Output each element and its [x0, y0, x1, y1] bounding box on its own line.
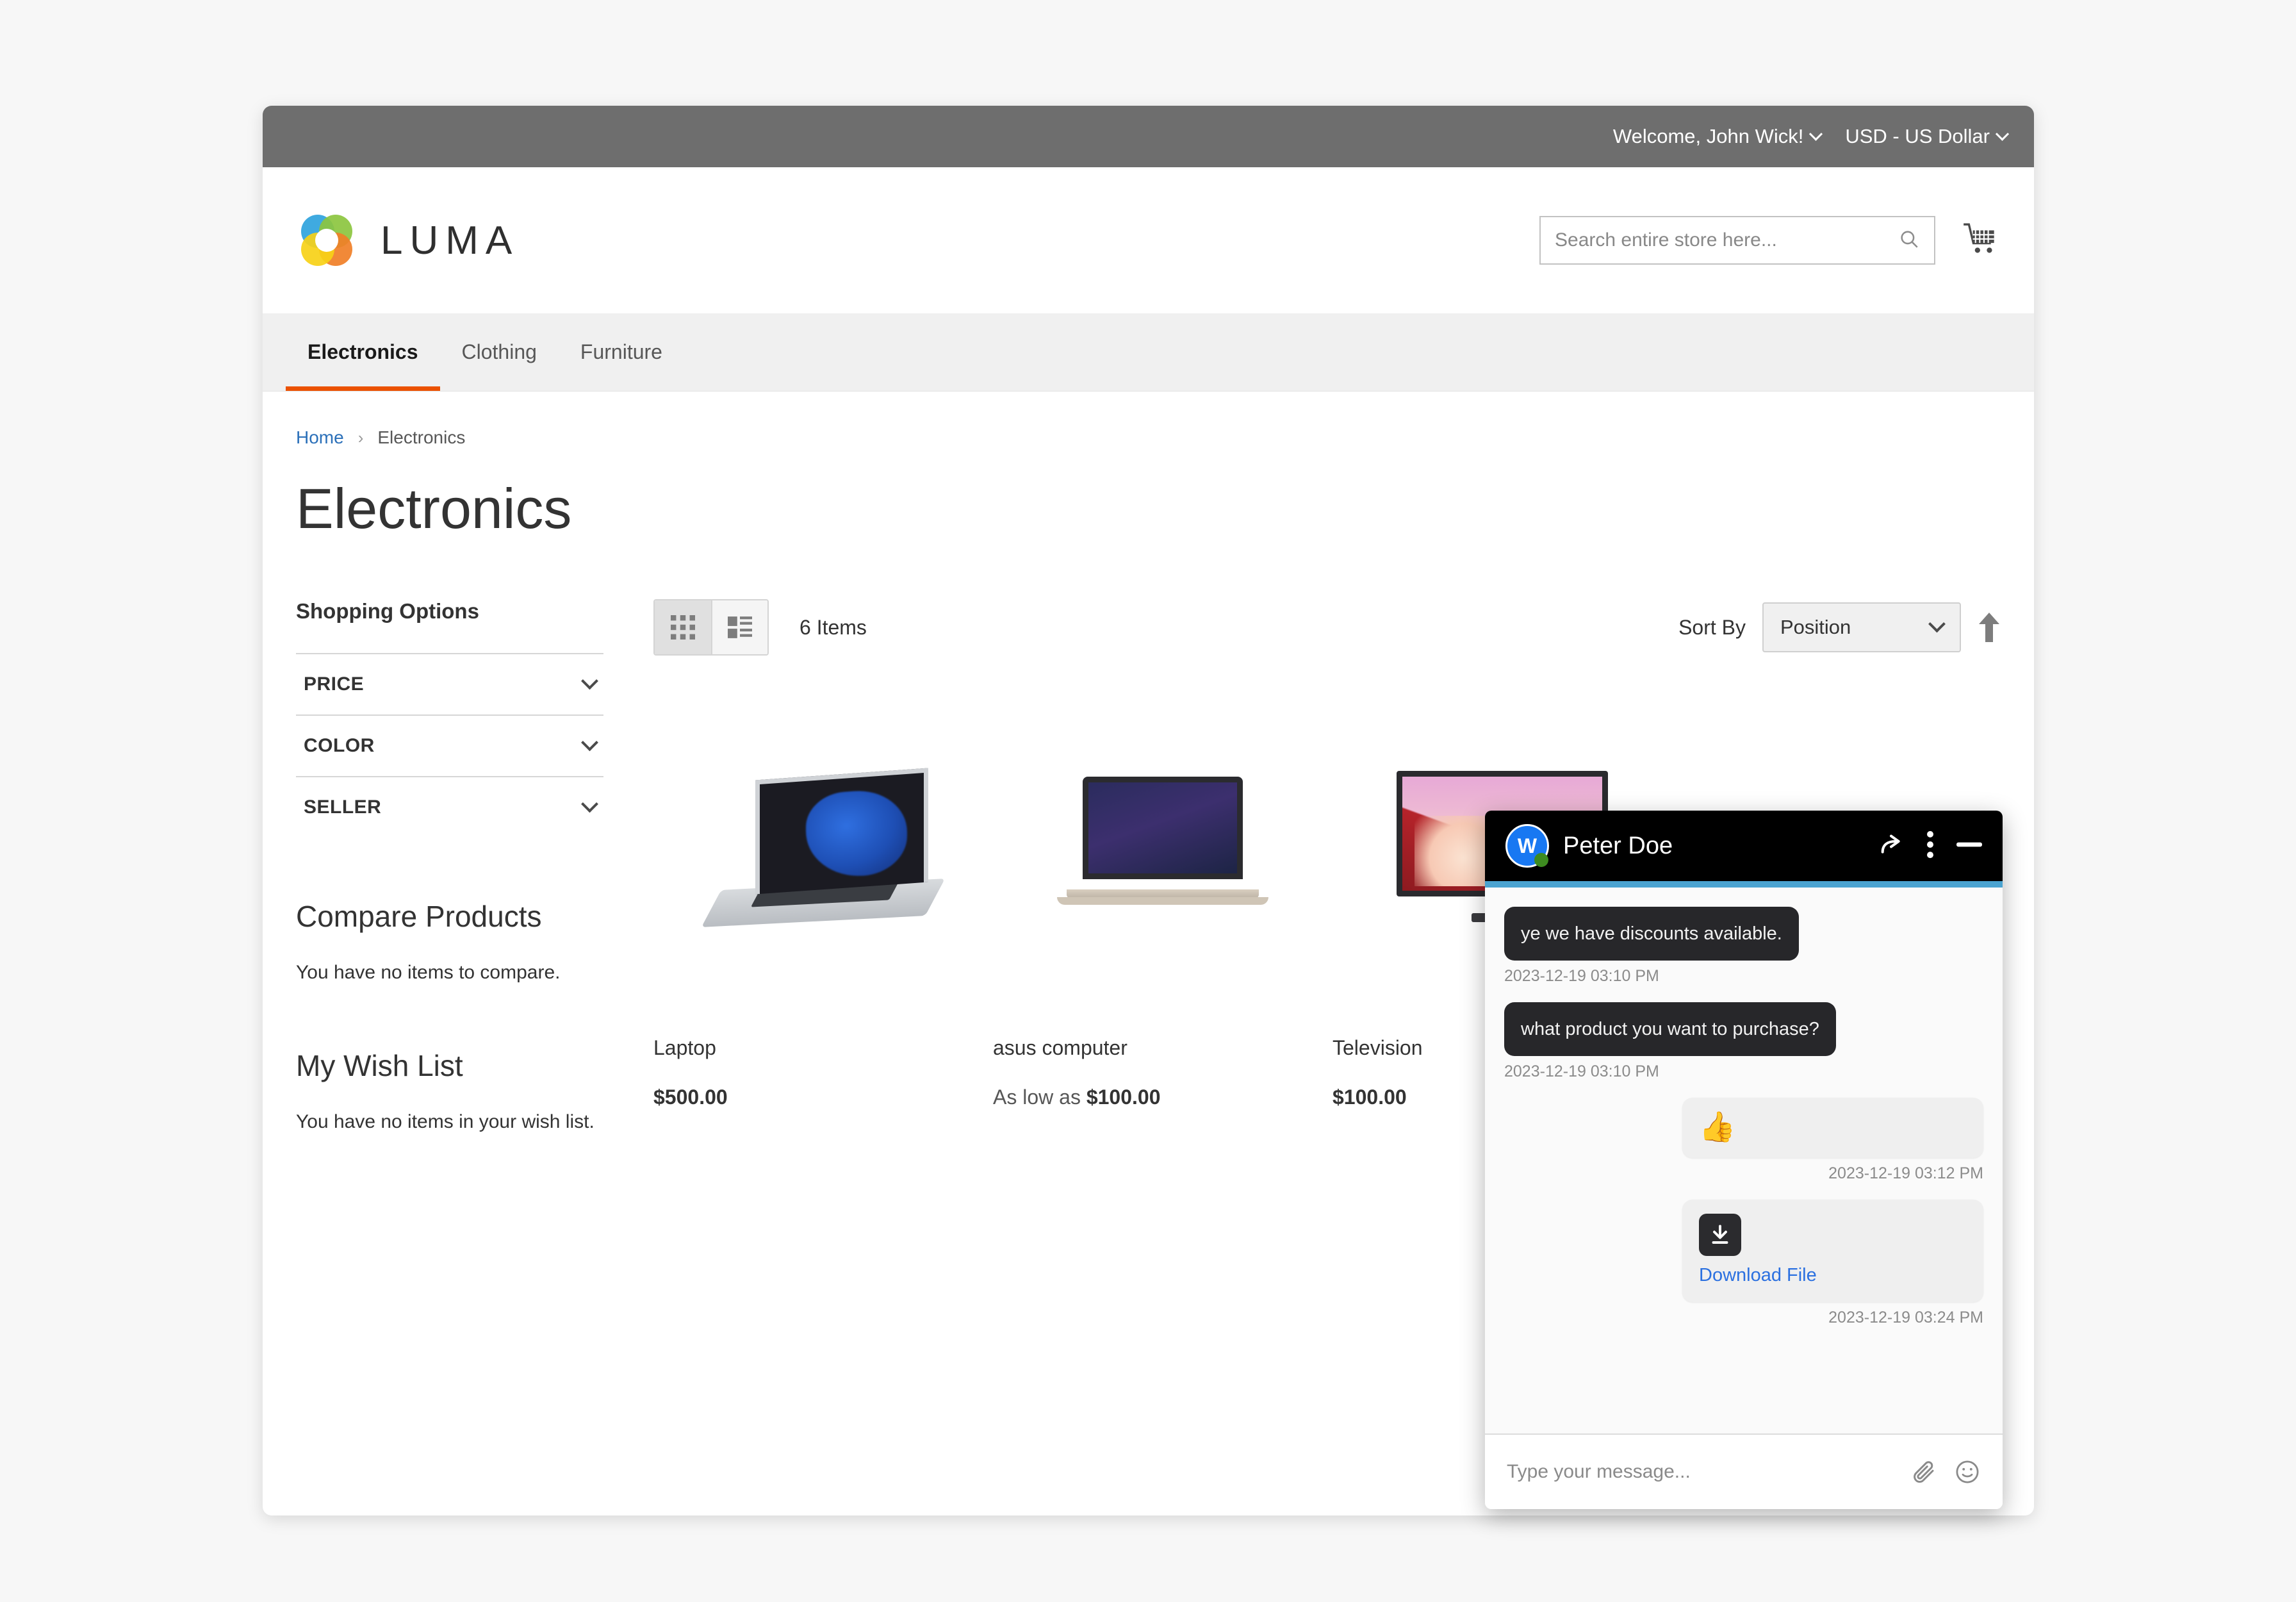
compare-products-section: Compare Products You have no items to co…: [296, 899, 603, 987]
chat-message: Download File 2023-12-19 03:24 PM: [1504, 1200, 1983, 1327]
chevron-down-icon: [581, 795, 598, 813]
nav-label: Clothing: [461, 340, 537, 363]
price-value: $500.00: [653, 1086, 728, 1109]
online-status-dot: [1534, 853, 1548, 867]
view-mode-switcher: [653, 599, 769, 656]
welcome-label: Welcome, John Wick!: [1612, 125, 1804, 147]
chevron-down-icon: [1995, 127, 2010, 141]
product-name[interactable]: asus computer: [993, 1036, 1332, 1060]
sort-controls: Sort By Position: [1678, 602, 2001, 652]
grid-view-icon[interactable]: [655, 600, 711, 654]
shopping-options-title: Shopping Options: [296, 599, 479, 623]
filter-label: PRICE: [304, 673, 365, 695]
product-card[interactable]: Laptop $500.00: [653, 752, 993, 1109]
nav-label: Furniture: [580, 340, 662, 363]
chat-message: 👍 2023-12-19 03:12 PM: [1504, 1098, 1983, 1183]
compare-products-empty-text: You have no items to compare.: [296, 962, 561, 983]
forward-arrow-icon[interactable]: [1878, 832, 1904, 861]
message-bubble: 👍: [1682, 1098, 1983, 1159]
chevron-down-icon: [1809, 127, 1823, 141]
nav-label: Electronics: [308, 340, 418, 363]
logo-link[interactable]: LUMA: [296, 210, 519, 271]
page-title: Electronics: [296, 477, 572, 540]
price-prefix: As low as: [993, 1086, 1086, 1109]
filter-label: COLOR: [304, 735, 375, 756]
currency-switcher[interactable]: USD - US Dollar: [1845, 125, 2010, 148]
message-bubble: Download File: [1682, 1200, 1983, 1303]
filter-label: SELLER: [304, 797, 382, 818]
list-view-icon[interactable]: [711, 600, 767, 654]
download-file-link[interactable]: Download File: [1699, 1265, 1817, 1285]
chat-message: ye we have discounts available. 2023-12-…: [1504, 907, 1983, 986]
logo-wordmark: LUMA: [381, 218, 520, 263]
nav-item-electronics[interactable]: Electronics: [286, 313, 440, 391]
chat-message-list[interactable]: ye we have discounts available. 2023-12-…: [1485, 888, 2003, 1433]
minimize-icon[interactable]: [1956, 840, 1982, 852]
compare-products-heading: Compare Products: [296, 900, 542, 933]
nav-item-furniture[interactable]: Furniture: [559, 313, 684, 391]
sort-direction-ascending-icon[interactable]: [1978, 613, 2001, 642]
search-icon[interactable]: [1898, 228, 1920, 253]
luma-logo-icon: [296, 210, 357, 271]
sidebar: Shopping Options PRICE COLOR SELLER Comp…: [296, 599, 629, 1135]
search-box[interactable]: [1539, 216, 1935, 265]
breadcrumb: Home › Electronics: [296, 427, 2001, 448]
sort-by-select[interactable]: Position: [1762, 602, 1961, 652]
message-timestamp: 2023-12-19 03:10 PM: [1504, 967, 1659, 986]
price-value: $100.00: [1332, 1086, 1407, 1109]
breadcrumb-home-link[interactable]: Home: [296, 427, 344, 448]
three-dots-menu-icon[interactable]: [1926, 830, 1935, 862]
chat-contact-name: Peter Doe: [1563, 832, 1673, 859]
sort-by-value: Position: [1780, 616, 1851, 638]
thumbs-up-icon: 👍: [1699, 1110, 1736, 1144]
wishlist-section: My Wish List You have no items in your w…: [296, 1048, 603, 1136]
breadcrumb-separator-icon: ›: [357, 427, 364, 447]
sort-by-label: Sort By: [1678, 615, 1746, 639]
chevron-down-icon: [1928, 615, 1946, 632]
laptop-image: [653, 752, 993, 944]
product-price: As low as $100.00: [993, 1086, 1332, 1109]
avatar: W: [1505, 824, 1549, 868]
download-icon: [1699, 1214, 1741, 1257]
chat-header: W Peter Doe: [1485, 811, 2003, 881]
message-timestamp: 2023-12-19 03:12 PM: [1828, 1164, 1983, 1183]
message-timestamp: 2023-12-19 03:10 PM: [1504, 1062, 1659, 1081]
chat-accent-bar: [1485, 881, 2003, 888]
welcome-user-menu[interactable]: Welcome, John Wick!: [1612, 125, 1823, 148]
search-input[interactable]: [1555, 229, 1898, 251]
filter-seller[interactable]: SELLER: [296, 776, 603, 838]
filter-color[interactable]: COLOR: [296, 714, 603, 776]
currency-label: USD - US Dollar: [1845, 125, 1990, 147]
nav-item-clothing[interactable]: Clothing: [440, 313, 559, 391]
message-bubble: what product you want to purchase?: [1504, 1002, 1836, 1057]
price-value: $100.00: [1086, 1086, 1161, 1109]
paperclip-icon[interactable]: [1910, 1458, 1937, 1485]
chevron-down-icon: [581, 733, 598, 751]
message-timestamp: 2023-12-19 03:24 PM: [1828, 1309, 1983, 1327]
avatar-initial: W: [1517, 834, 1538, 857]
smiley-icon[interactable]: [1954, 1458, 1981, 1485]
message-bubble: ye we have discounts available.: [1504, 907, 1799, 961]
chevron-down-icon: [581, 672, 598, 690]
product-toolbar: 6 Items Sort By Position: [653, 599, 2001, 656]
chat-widget: W Peter Doe ye we have discounts availab…: [1485, 811, 2003, 1509]
breadcrumb-current: Electronics: [377, 427, 466, 447]
shopping-cart-icon[interactable]: [1961, 222, 2001, 259]
chat-message: what product you want to purchase? 2023-…: [1504, 1002, 1983, 1081]
utility-topbar: Welcome, John Wick! USD - US Dollar: [263, 106, 2034, 167]
product-price: $500.00: [653, 1086, 993, 1109]
wishlist-empty-text: You have no items in your wish list.: [296, 1111, 594, 1132]
product-name[interactable]: Laptop: [653, 1036, 993, 1060]
chat-header-actions: [1878, 830, 1982, 862]
site-header: LUMA: [263, 167, 2034, 313]
wishlist-heading: My Wish List: [296, 1048, 463, 1082]
macbook-image: [993, 752, 1332, 944]
header-actions: [1539, 216, 2001, 265]
product-card[interactable]: asus computer As low as $100.00: [993, 752, 1332, 1109]
chat-input-bar: [1485, 1433, 2003, 1509]
chat-message-input[interactable]: [1507, 1461, 1894, 1483]
items-count: 6 Items: [800, 615, 867, 639]
filter-price[interactable]: PRICE: [296, 653, 603, 714]
category-nav: Electronics Clothing Furniture: [263, 313, 2034, 392]
